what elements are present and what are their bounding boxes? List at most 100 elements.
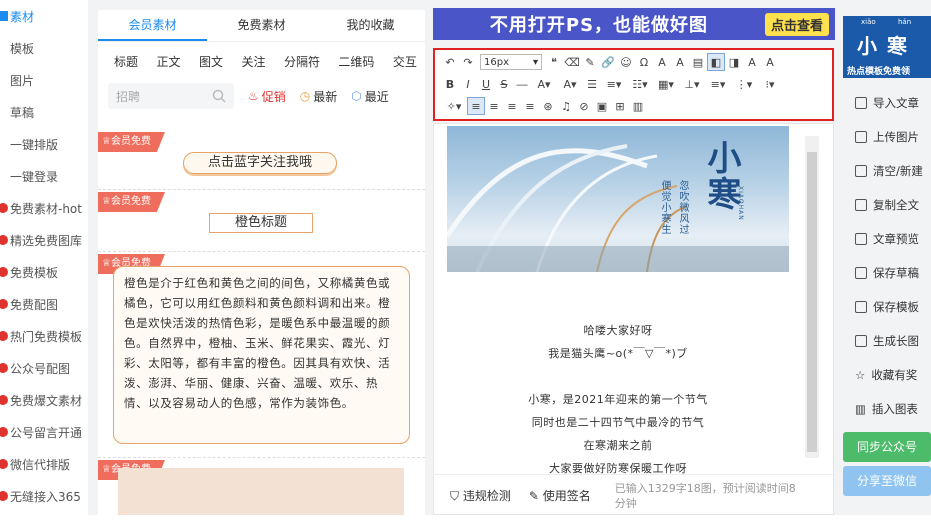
sidebar-item-wechat-layout[interactable]: 微信代排版 (0, 448, 88, 480)
table-icon[interactable]: ▦▾ (653, 75, 679, 93)
scrollbar-thumb[interactable] (807, 152, 817, 452)
violation-check-button[interactable]: ⛉ 违规检测 (450, 487, 511, 504)
sidebar-item-free-gallery[interactable]: 精选免费图库 (0, 224, 88, 256)
unordered-list-icon[interactable]: ⁝▾ (757, 75, 783, 93)
category-divider[interactable]: 分隔符 (284, 53, 320, 70)
favorite-reward-button[interactable]: ☆ 收藏有奖 (843, 358, 931, 392)
template-icon[interactable]: ▥ (629, 97, 647, 115)
text-align-icon[interactable]: ≡▾ (705, 75, 731, 93)
tab-my-favorites[interactable]: 我的收藏 (316, 10, 425, 41)
search-input[interactable]: 招聘 (108, 83, 234, 109)
import-article-button[interactable]: 导入文章 (843, 86, 931, 120)
category-image-text[interactable]: 图文 (199, 53, 223, 70)
material-item[interactable]: ♕会员免费 (98, 460, 425, 515)
clock-icon: ◷ (299, 89, 311, 103)
article-body[interactable]: 哈喽大家好呀 我是猫头鹰~o(*￣▽￣*)ブ 小寒，是2021年迎来的第一个节气… (447, 319, 789, 480)
sidebar-item-free-template[interactable]: 免费模板 (0, 256, 88, 288)
sidebar-item-one-click-login[interactable]: 一键登录 (0, 160, 88, 192)
link-icon[interactable]: 🔗 (599, 53, 617, 71)
align-left-icon[interactable]: ≡ (467, 97, 485, 115)
ad-banner[interactable]: 不用打开PS，也能做好图 点击查看 (433, 8, 835, 40)
ordered-list-icon[interactable]: ⋮▾ (731, 75, 757, 93)
filter-recent[interactable]: ⬡ 最近 (351, 88, 389, 105)
horizontal-rule-icon[interactable]: ― (513, 75, 531, 93)
underline-icon[interactable]: U (477, 75, 495, 93)
category-title[interactable]: 标题 (114, 53, 138, 70)
sidebar-item-free-article[interactable]: 免费爆文素材 (0, 384, 88, 416)
indent-icon[interactable]: ☰ (583, 75, 601, 93)
font-size-select[interactable]: 16px ▾ (480, 54, 542, 70)
attachment-icon[interactable]: ⊘ (575, 97, 593, 115)
letter-spacing-icon[interactable]: A (743, 53, 761, 71)
material-item[interactable]: ♕会员免费 点击蓝字关注我哦 (98, 132, 425, 190)
sidebar-item-draft[interactable]: 草稿 (0, 96, 88, 128)
category-follow[interactable]: 关注 (241, 53, 265, 70)
strikethrough-icon[interactable]: S (495, 75, 513, 93)
category-interactive[interactable]: 交互 (393, 53, 417, 70)
emoji-icon[interactable]: ☺ (617, 53, 635, 71)
share-wechat-button[interactable]: 分享至微信 (843, 466, 931, 496)
save-draft-button[interactable]: 保存草稿 (843, 256, 931, 290)
line-height-icon[interactable]: ≡▾ (601, 75, 627, 93)
sidebar-item-material[interactable]: 素材 (0, 0, 88, 32)
sync-official-account-button[interactable]: 同步公众号 (843, 432, 931, 462)
video-icon[interactable]: ⊛ (539, 97, 557, 115)
text-clear-icon[interactable]: A (761, 53, 779, 71)
sidebar-item-one-click-layout[interactable]: 一键排版 (0, 128, 88, 160)
clear-new-button[interactable]: 清空/新建 (843, 154, 931, 188)
align-icon[interactable]: ⊥▾ (679, 75, 705, 93)
picture-icon (0, 299, 8, 309)
omega-icon[interactable]: Ω (635, 53, 653, 71)
upload-image-button[interactable]: 上传图片 (843, 120, 931, 154)
category-qrcode[interactable]: 二维码 (338, 53, 374, 70)
generate-long-image-button[interactable]: 生成长图 (843, 324, 931, 358)
format-painter-icon[interactable]: ✎ (581, 53, 599, 71)
music-icon[interactable]: ♫ (557, 97, 575, 115)
font-increase-icon[interactable]: A (653, 53, 671, 71)
editor-canvas[interactable]: 小寒 XIAOHAN 忽吹微风过 便觉小寒生 哈喽大家好呀 我是猫头鹰~o(*￣… (433, 123, 834, 515)
material-item[interactable]: ♕会员免费 橙色是介于红色和黄色之间的间色，又称橘黄色或橘色，它可以用红色颜料和… (98, 254, 425, 458)
category-body[interactable]: 正文 (156, 53, 180, 70)
quote-icon[interactable]: ❝ (545, 53, 563, 71)
copy-all-button[interactable]: 复制全文 (843, 188, 931, 222)
bold-icon[interactable]: B (441, 75, 459, 93)
undo-icon[interactable]: ↶ (441, 53, 459, 71)
sidebar-item-comment-open[interactable]: 公号留言开通 (0, 416, 88, 448)
magic-wand-icon[interactable]: ✧▾ (441, 97, 467, 115)
sidebar-item-free-material-hot[interactable]: 免费素材-hot (0, 192, 88, 224)
sidebar-item-template[interactable]: 模板 (0, 32, 88, 64)
redo-icon[interactable]: ↷ (459, 53, 477, 71)
material-item[interactable]: ♕会员免费 橙色标题 (98, 192, 425, 252)
align-center-icon[interactable]: ≡ (485, 97, 503, 115)
italic-icon[interactable]: I (459, 75, 477, 93)
eraser-icon[interactable]: ⌫ (563, 53, 581, 71)
tab-member-material[interactable]: 会员素材 (98, 10, 207, 41)
sidebar-item-free-picture[interactable]: 免费配图 (0, 288, 88, 320)
font-decrease-icon[interactable]: A (671, 53, 689, 71)
find-replace-icon[interactable]: ⊞ (611, 97, 629, 115)
layout-left-icon[interactable]: ◧ (707, 53, 725, 71)
search-icon[interactable] (212, 89, 226, 103)
banner-view-button[interactable]: 点击查看 (764, 12, 829, 36)
preview-button[interactable]: 文章预览 (843, 222, 931, 256)
sidebar-item-hot-free-template[interactable]: 热门免费模板 (0, 320, 88, 352)
xiaohan-promo-logo[interactable]: xiǎo hán 小寒 热点模板免费领 (843, 16, 931, 78)
insert-image-icon[interactable]: ▣ (593, 97, 611, 115)
filter-promotion[interactable]: ♨ 促销 (248, 88, 286, 105)
editor-scrollbar[interactable] (805, 136, 819, 458)
align-right-icon[interactable]: ≡ (503, 97, 521, 115)
align-justify-icon[interactable]: ≡ (521, 97, 539, 115)
layout-right-icon[interactable]: ◨ (725, 53, 743, 71)
paragraph-spacing-icon[interactable]: ☷▾ (627, 75, 653, 93)
use-signature-button[interactable]: ✎ 使用签名 (529, 487, 591, 504)
filter-newest[interactable]: ◷ 最新 (300, 88, 338, 105)
save-template-button[interactable]: 保存模板 (843, 290, 931, 324)
sidebar-item-image[interactable]: 图片 (0, 64, 88, 96)
paste-icon[interactable]: ▤ (689, 53, 707, 71)
background-color-icon[interactable]: A▾ (557, 75, 583, 93)
insert-chart-button[interactable]: ▥ 插入图表 (843, 392, 931, 426)
tab-free-material[interactable]: 免费素材 (207, 10, 316, 41)
font-color-icon[interactable]: A▾ (531, 75, 557, 93)
sidebar-item-seamless-365[interactable]: 无缝接入365 (0, 480, 88, 512)
sidebar-item-account-picture[interactable]: 公众号配图 (0, 352, 88, 384)
